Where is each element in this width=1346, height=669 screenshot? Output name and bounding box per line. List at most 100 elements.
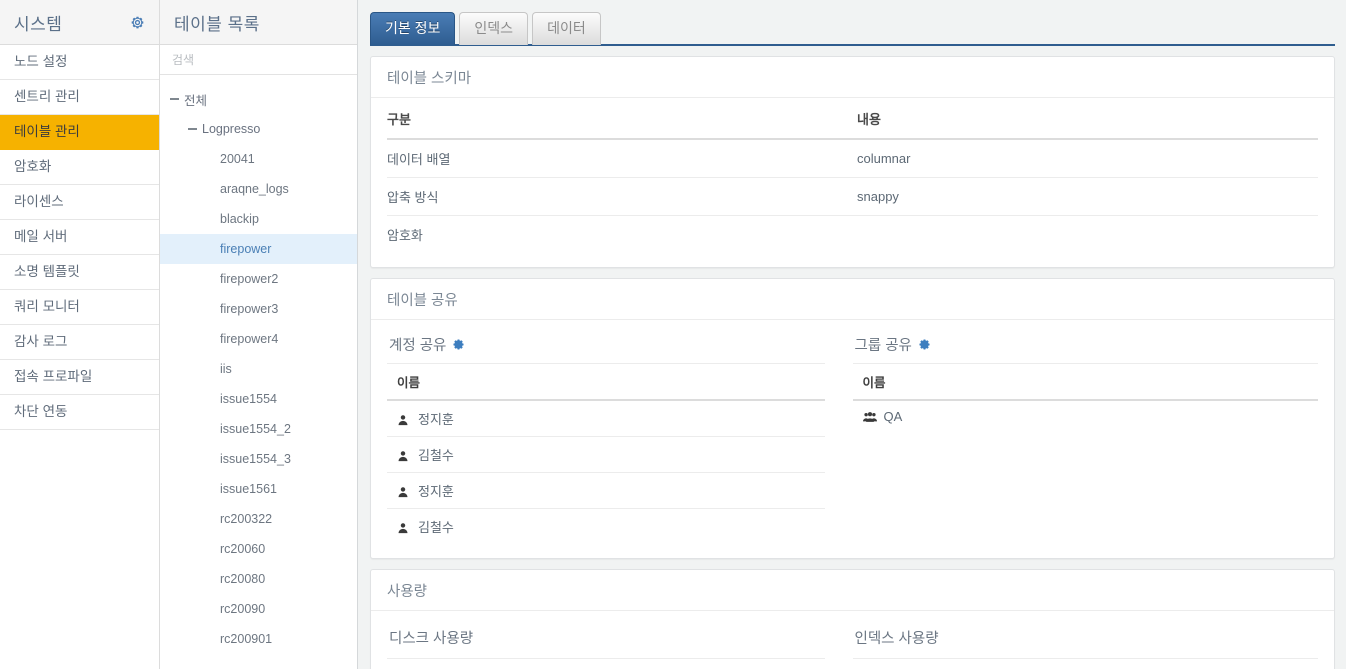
tree-node-issue1561[interactable]: issue1561 [160,474,357,504]
share-panel: 테이블 공유 계정 공유 이름 정지훈 김철수 정지훈 김철수 그룹 공유 이름… [370,278,1335,559]
table-row: 김철수 [387,436,825,473]
account-name-cell: 김철수 [387,509,825,545]
tree-node-label: issue1554 [220,392,277,406]
tree-node-label: Logpresso [202,122,261,136]
table-row: 데이터 배열 columnar [387,139,1318,178]
tree-node-label: rc20090 [220,602,266,616]
tree-node-label: rc200901 [220,632,273,646]
account-name-label: 정지훈 [418,484,454,499]
sidebar-item-5[interactable]: 라이센스 [0,185,159,220]
tree-node-label: rc20060 [220,542,266,556]
index-usage-section: 인덱스 사용량 [852,613,1318,669]
user-icon [397,450,411,462]
tab-1[interactable]: 기본 정보 [370,12,456,45]
tab-3[interactable]: 데이터 [532,12,601,45]
tree-node-rc20090[interactable]: rc20090 [160,594,357,624]
table-row: 압축 방식 snappy [387,177,1318,216]
collapse-minus-icon[interactable] [188,128,197,130]
account-share-title-row: 계정 공유 [387,320,825,363]
tree-node-issue1554_3[interactable]: issue1554_3 [160,444,357,474]
account-name-label: 김철수 [418,448,454,463]
tree-node-label: 전체 [184,93,208,108]
account-share-section: 계정 공유 이름 정지훈 김철수 정지훈 김철수 [387,320,853,544]
sidebar-item-10[interactable]: 접속 프로파일 [0,360,159,395]
account-share-col-name: 이름 [387,363,825,401]
sidebar-item-3[interactable]: 테이블 관리 [0,115,159,150]
tree-node-전체[interactable]: 전체 [160,84,357,114]
tree-node-label: issue1561 [220,482,277,496]
tree-node-firepower3[interactable]: firepower3 [160,294,357,324]
table-list-title: 테이블 목록 [174,14,260,34]
table-tree: 전체 Logpresso 20041 araqne_logsblackip firepo… [160,75,357,654]
tree-node-label: araqne_logs [220,182,289,196]
tree-node-rc20060[interactable]: rc20060 [160,534,357,564]
usage-panel-title: 사용량 [371,570,1334,611]
tree-node-araqne_logs[interactable]: araqne_logs [160,174,357,204]
tree-node-label: firepower [220,242,272,256]
tree-node-label: rc200322 [220,512,273,526]
users-group-icon [862,411,877,423]
tree-node-Logpresso[interactable]: Logpresso [160,114,357,144]
schema-panel-title: 테이블 스키마 [371,57,1334,98]
tree-node-20041[interactable]: 20041 [160,144,357,174]
group-share-section: 그룹 공유 이름 QA [852,320,1318,544]
tree-node-issue1554_2[interactable]: issue1554_2 [160,414,357,444]
group-share-col-name: 이름 [852,363,1318,401]
tree-node-firepower2[interactable]: firepower2 [160,264,357,294]
tree-node-label: rc20080 [220,572,266,586]
table-search-row [160,45,357,75]
sidebar-item-11[interactable]: 차단 연동 [0,395,159,430]
search-input[interactable] [160,45,357,74]
tree-node-issue1554[interactable]: issue1554 [160,384,357,414]
schema-table: 구분 내용 데이터 배열 columnar 압축 방식 snappy 암호화 [387,98,1318,253]
usage-panel-body: 디스크 사용량 인덱스 사용량 [371,611,1334,669]
sidebar-item-8[interactable]: 쿼리 모니터 [0,290,159,325]
tree-node-label: firepower3 [220,302,279,316]
group-name-label: QA [883,409,903,424]
disk-usage-value [387,659,825,669]
schema-key-cell: 암호화 [387,228,423,243]
tree-node-firepower4[interactable]: firepower4 [160,324,357,354]
app-root: 시스템 노드 설정 센트리 관리 테이블 관리 암호화 라이센스 메일 서버 소명 템플릿 쿼… [0,0,1346,669]
main-content: 기본 정보 인덱스 데이터 테이블 스키마 구분 내용 데이터 배열 columnar… [358,0,1346,669]
tree-node-rc20080[interactable]: rc20080 [160,564,357,594]
collapse-minus-icon[interactable] [170,98,179,100]
account-share-header-row: 이름 [387,363,825,401]
account-name-label: 김철수 [418,520,454,535]
tree-node-firepower[interactable]: firepower [160,234,357,264]
schema-value-cell: columnar [857,139,1318,178]
sidebar-item-6[interactable]: 메일 서버 [0,220,159,255]
sidebar-item-9[interactable]: 감사 로그 [0,325,159,360]
account-share-gear-icon[interactable] [452,338,465,351]
tree-node-label: issue1554_2 [220,422,291,436]
tree-node-iis[interactable]: iis [160,354,357,384]
group-share-gear-icon[interactable] [918,338,931,351]
account-share-title: 계정 공유 [389,338,447,354]
sidebar-item-2[interactable]: 센트리 관리 [0,80,159,115]
tree-node-rc200901[interactable]: rc200901 [160,624,357,654]
tree-node-label: firepower4 [220,332,279,346]
gear-icon[interactable] [130,15,145,30]
tree-node-blackip[interactable]: blackip [160,204,357,234]
table-row: 암호화 [387,216,1318,254]
account-share-table: 이름 정지훈 김철수 정지훈 김철수 [387,363,825,544]
sidebar-item-7[interactable]: 소명 템플릿 [0,255,159,290]
system-sidebar-list: 노드 설정 센트리 관리 테이블 관리 암호화 라이센스 메일 서버 소명 템플릿 쿼리 모니… [0,45,159,430]
group-share-title: 그룹 공유 [854,338,912,354]
schema-key-cell: 데이터 배열 [387,139,857,178]
table-row: 김철수 [387,509,825,545]
sidebar-item-1[interactable]: 노드 설정 [0,45,159,80]
table-row: 정지훈 [387,400,825,437]
tab-2[interactable]: 인덱스 [459,12,529,45]
user-icon [397,414,411,426]
system-sidebar-title: 시스템 [14,14,63,34]
account-name-cell: 정지훈 [387,400,825,437]
schema-panel-body: 구분 내용 데이터 배열 columnar 압축 방식 snappy 암호화 [371,98,1334,267]
group-share-table: 이름 QA [852,363,1318,432]
schema-table-header-row: 구분 내용 [387,98,1318,140]
schema-panel: 테이블 스키마 구분 내용 데이터 배열 columnar 압축 방식 snappy 암… [370,56,1335,268]
schema-value-cell [857,216,1318,254]
sidebar-item-4[interactable]: 암호화 [0,150,159,185]
index-usage-label: 인덱스 사용량 [852,613,1318,659]
tree-node-rc200322[interactable]: rc200322 [160,504,357,534]
